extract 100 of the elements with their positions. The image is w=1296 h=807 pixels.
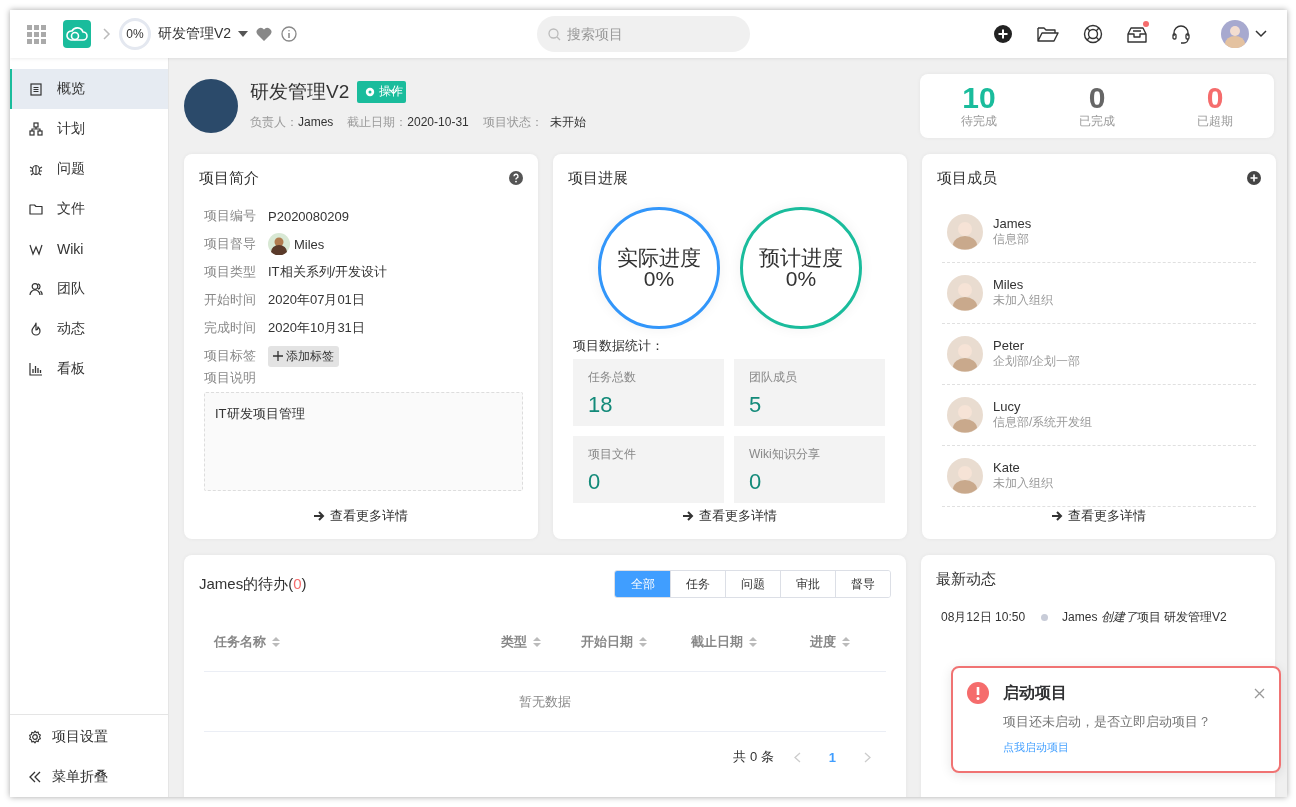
arrow-right-icon xyxy=(314,511,325,521)
ring-value: 0% xyxy=(785,268,817,289)
search-icon xyxy=(548,28,562,41)
add-icon[interactable] xyxy=(1247,171,1261,185)
count-label: 待完成 xyxy=(961,112,997,130)
info-icon[interactable] xyxy=(281,26,298,42)
card-title: 项目简介 xyxy=(199,168,259,188)
ring-label: 实际进度 xyxy=(617,247,701,268)
sidebar-item[interactable]: 概览 xyxy=(10,69,168,109)
count-label: 已完成 xyxy=(1079,112,1115,130)
lifebuoy-icon[interactable] xyxy=(1083,24,1103,44)
sidebar-item[interactable]: 项目设置 xyxy=(10,717,168,757)
activity-time: 08月12日 10:50 xyxy=(941,609,1026,626)
person-avatar xyxy=(268,233,290,255)
field-value: 2020年10月31日 xyxy=(268,319,365,337)
ring-value: 0% xyxy=(643,268,675,289)
card-title: 项目成员 xyxy=(937,168,997,188)
chevron-down-icon[interactable] xyxy=(1255,30,1267,38)
caret-down-icon[interactable] xyxy=(238,31,249,37)
field-label: 项目编号 xyxy=(204,207,256,225)
member-avatar xyxy=(947,275,983,311)
column-header[interactable]: 截止日期 xyxy=(691,633,810,651)
stat-label: 团队成员 xyxy=(749,369,798,386)
bar-chart-icon xyxy=(29,362,43,376)
total-count: 共 0 条 xyxy=(733,748,774,766)
card-title: James的待办(0) xyxy=(199,574,307,594)
column-header[interactable]: 类型 xyxy=(501,633,581,651)
timeline-dot xyxy=(1041,614,1049,621)
headset-icon[interactable] xyxy=(1171,24,1191,44)
meta-label: 截止日期： xyxy=(347,113,408,131)
member-avatar xyxy=(947,336,983,372)
member-avatar xyxy=(947,458,983,494)
stat-value: 5 xyxy=(749,392,763,418)
more-details-link[interactable]: 查看更多详情 xyxy=(314,507,408,525)
sidebar-item[interactable]: 计划 xyxy=(10,109,168,149)
list-icon xyxy=(29,82,43,96)
card-title: 项目进展 xyxy=(568,168,628,188)
ring-label: 预计进度 xyxy=(759,247,843,268)
column-header[interactable]: 进度 xyxy=(810,633,850,651)
sidebar-item[interactable]: 问题 xyxy=(10,149,168,189)
empty-message: 暂无数据 xyxy=(204,672,886,732)
arrow-right-icon xyxy=(1052,511,1063,521)
arrow-right-icon xyxy=(683,511,694,521)
member-name: Kate xyxy=(993,460,1021,475)
sidebar-item[interactable]: 菜单折叠 xyxy=(10,757,168,797)
project-title: 研发管理V2 xyxy=(250,79,350,104)
count-value: 0 xyxy=(1206,82,1224,113)
more-details-link[interactable]: 查看更多详情 xyxy=(683,507,777,525)
cloud-logo xyxy=(63,20,91,48)
stat-value: 0 xyxy=(749,469,763,495)
meta-value: James xyxy=(298,115,334,129)
sort-icon xyxy=(749,636,757,648)
w-letter-icon xyxy=(29,242,43,256)
filter-tab[interactable]: 督导 xyxy=(835,571,890,597)
close-icon[interactable] xyxy=(1254,688,1265,699)
sidebar-item[interactable]: 看板 xyxy=(10,349,168,389)
field-label: 完成时间 xyxy=(204,319,256,337)
sidebar-item[interactable]: 动态 xyxy=(10,309,168,349)
member-name: Miles xyxy=(993,277,1025,292)
search-field[interactable]: 搜索项目 xyxy=(537,16,751,52)
project-title[interactable]: 研发管理V2 xyxy=(158,25,232,43)
help-icon[interactable] xyxy=(509,171,523,185)
add-tag-button[interactable]: 添加标签 xyxy=(268,345,339,367)
member-name: Lucy xyxy=(993,399,1022,414)
more-details-link[interactable]: 查看更多详情 xyxy=(1052,507,1146,525)
activity-text: James 创建了项目 研发管理V2 xyxy=(1062,609,1227,626)
bug-icon xyxy=(29,162,43,176)
field-value: 2020年07月01日 xyxy=(268,291,365,309)
member-name: Peter xyxy=(993,338,1026,353)
sidebar-item[interactable]: 文件 xyxy=(10,189,168,229)
field-label: 项目说明 xyxy=(204,370,257,386)
progress-ring: 0% xyxy=(119,18,151,50)
member-department: 未加入组织 xyxy=(993,475,1053,492)
description-box: IT研发项目管理 xyxy=(204,392,523,491)
hierarchy-icon xyxy=(29,122,43,136)
field-value: P2020080209 xyxy=(268,208,349,224)
member-department: 企划部/企划一部 xyxy=(993,353,1081,370)
folder-icon xyxy=(29,202,43,216)
member-department: 信息部/系统开发组 xyxy=(993,414,1093,431)
member-name: James xyxy=(993,216,1032,231)
flame-icon xyxy=(29,322,43,336)
folder-icon[interactable] xyxy=(1037,25,1059,43)
sidebar-item[interactable]: Wiki xyxy=(10,229,168,269)
column-header[interactable]: 开始日期 xyxy=(581,633,691,651)
sort-icon xyxy=(272,636,280,648)
sort-icon xyxy=(533,636,541,648)
column-header[interactable]: 任务名称 xyxy=(204,633,501,651)
count-value: 0 xyxy=(1088,82,1106,113)
field-label: 项目类型 xyxy=(204,263,256,281)
stats-heading: 项目数据统计： xyxy=(572,337,665,355)
people-icon xyxy=(29,282,43,296)
sort-icon xyxy=(639,636,647,648)
meta-label: 项目状态： xyxy=(482,113,543,131)
add-icon[interactable] xyxy=(993,24,1013,44)
inbox-icon[interactable] xyxy=(1127,24,1147,44)
heart-icon[interactable] xyxy=(256,27,273,41)
card-title: 最新动态 xyxy=(936,569,996,589)
meta-label: 负责人： xyxy=(250,113,298,131)
sidebar-item[interactable]: 团队 xyxy=(10,269,168,309)
meta-value: 2020-10-31 xyxy=(407,115,469,129)
